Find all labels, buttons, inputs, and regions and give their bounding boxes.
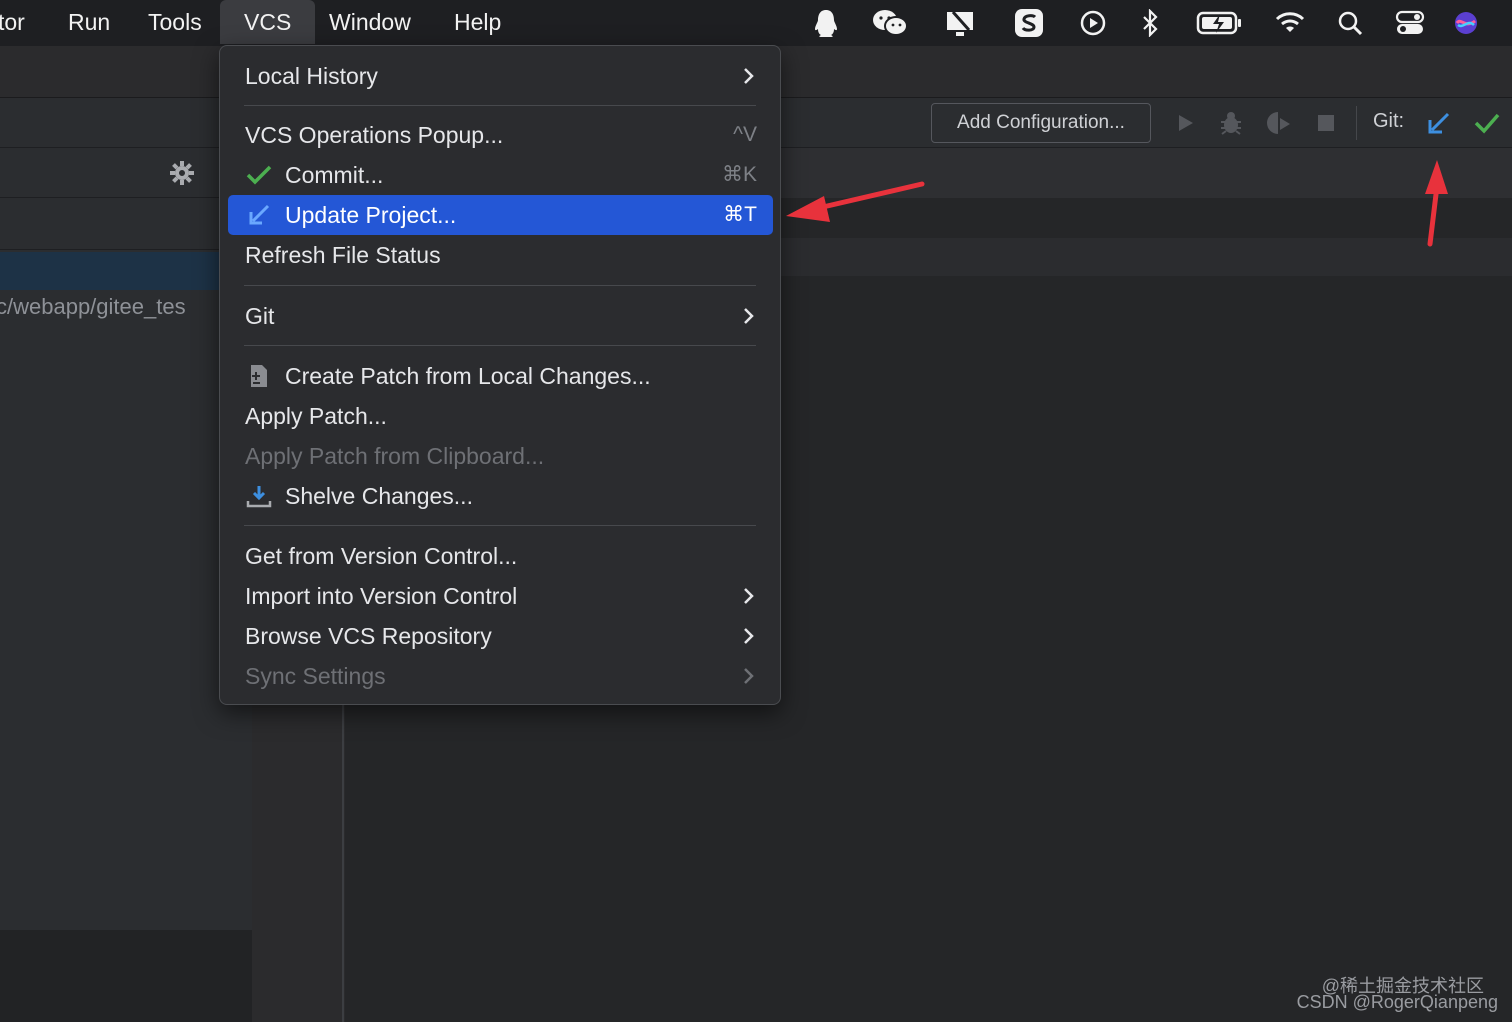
annotation-arrow-up-icon: [1425, 160, 1448, 247]
menu-item-label: Import into Version Control: [245, 583, 518, 609]
menu-separator: [244, 525, 756, 526]
menu-item-label: Refresh File Status: [245, 242, 441, 268]
search-icon[interactable]: [1330, 7, 1370, 39]
screen: tor Run Tools VCS Window Help Add Config…: [0, 0, 1512, 1022]
menu-item-label: Git: [245, 303, 275, 329]
play-circle-icon[interactable]: [1073, 7, 1113, 39]
menu-item-vcs-operations-popup[interactable]: VCS Operations Popup... ^V: [228, 115, 773, 155]
debug-icon[interactable]: [1216, 108, 1246, 138]
menu-run[interactable]: Run: [68, 0, 110, 44]
menu-item-shortcut: ^V: [733, 123, 757, 146]
menu-item-label: Local History: [245, 63, 378, 89]
menu-vcs[interactable]: VCS: [220, 0, 316, 44]
bluetooth-icon[interactable]: [1130, 7, 1170, 39]
gear-icon[interactable]: [168, 159, 196, 187]
wechat-icon[interactable]: [870, 7, 910, 39]
stop-icon[interactable]: [1311, 108, 1341, 138]
project-panel-footer: [0, 930, 252, 1022]
chevron-right-icon: [744, 588, 754, 604]
qq-icon[interactable]: [806, 7, 846, 39]
menu-item-apply-patch[interactable]: Apply Patch...: [228, 396, 773, 436]
menu-item-label: Apply Patch...: [245, 403, 387, 429]
add-configuration-button[interactable]: Add Configuration...: [931, 103, 1151, 143]
git-update-project-icon[interactable]: [1424, 108, 1454, 138]
menu-item-sync-settings[interactable]: Sync Settings: [228, 656, 773, 696]
menu-item-label: Get from Version Control...: [245, 543, 518, 569]
menu-item-shelve-changes[interactable]: Shelve Changes...: [228, 476, 773, 516]
project-panel-header: [0, 148, 252, 198]
menu-item-create-patch[interactable]: Create Patch from Local Changes...: [228, 356, 773, 396]
git-commit-icon[interactable]: [1472, 108, 1502, 138]
menu-editor[interactable]: tor: [0, 0, 25, 44]
menu-help[interactable]: Help: [454, 0, 501, 44]
siri-icon[interactable]: [1446, 7, 1486, 39]
git-label: Git:: [1373, 110, 1405, 132]
battery-charging-icon[interactable]: [1195, 7, 1245, 39]
menu-item-commit[interactable]: Commit... ⌘K: [228, 155, 773, 195]
menu-item-label: Shelve Changes...: [285, 483, 473, 509]
chevron-right-icon: [744, 308, 754, 324]
wifi-icon[interactable]: [1270, 7, 1310, 39]
control-center-icon[interactable]: [1390, 7, 1430, 39]
project-panel-subheader: [0, 198, 252, 250]
toolbar-separator: [1356, 106, 1357, 140]
run-with-coverage-icon[interactable]: [1263, 108, 1293, 138]
project-tree-selected-row[interactable]: [0, 252, 252, 290]
menu-item-shortcut: ⌘K: [721, 163, 757, 186]
menu-item-label: Sync Settings: [245, 663, 386, 689]
menu-separator: [244, 105, 756, 106]
menu-item-git[interactable]: Git: [228, 296, 773, 336]
menu-item-apply-patch-clipboard[interactable]: Apply Patch from Clipboard...: [228, 436, 773, 476]
menu-separator: [244, 285, 756, 286]
run-icon[interactable]: [1170, 108, 1200, 138]
chevron-right-icon: [744, 668, 754, 684]
menu-item-label: Create Patch from Local Changes...: [285, 363, 651, 389]
macos-menu-bar: tor Run Tools VCS Window Help: [0, 0, 1512, 46]
menu-item-local-history[interactable]: Local History: [228, 56, 773, 96]
checkmark-icon: [246, 162, 272, 188]
editor-breadcrumb-bar: [780, 238, 1512, 276]
menu-item-get-from-vcs[interactable]: Get from Version Control...: [228, 536, 773, 576]
screen-capture-icon[interactable]: [940, 7, 980, 39]
menu-item-browse-vcs-repo[interactable]: Browse VCS Repository: [228, 616, 773, 656]
menu-item-label: Commit...: [285, 162, 384, 188]
menu-item-update-project[interactable]: Update Project... ⌘T: [228, 195, 773, 235]
menu-item-label: Update Project...: [285, 202, 457, 228]
chevron-right-icon: [744, 628, 754, 644]
sogou-input-icon[interactable]: [1009, 7, 1049, 39]
menu-item-refresh-file-status[interactable]: Refresh File Status: [228, 235, 773, 275]
chevron-right-icon: [744, 68, 754, 84]
menu-item-import-into-vcs[interactable]: Import into Version Control: [228, 576, 773, 616]
menu-item-shortcut: ⌘T: [723, 203, 757, 226]
menu-tools[interactable]: Tools: [148, 0, 202, 44]
patch-file-icon: [246, 363, 272, 389]
vcs-dropdown-menu: Local History VCS Operations Popup... ^V…: [219, 45, 781, 705]
menu-item-label: Browse VCS Repository: [245, 623, 492, 649]
menu-separator: [244, 345, 756, 346]
watermark-line-2: CSDN @RogerQianpeng: [1296, 992, 1498, 1012]
update-project-icon: [246, 202, 272, 228]
shelve-icon: [246, 483, 272, 509]
annotation-arrow-left-icon: [786, 181, 925, 222]
menu-item-label: Apply Patch from Clipboard...: [245, 443, 545, 469]
menu-window[interactable]: Window: [329, 0, 411, 44]
project-path-text[interactable]: c/webapp/gitee_tes: [0, 294, 186, 320]
menu-item-label: VCS Operations Popup...: [245, 122, 504, 148]
